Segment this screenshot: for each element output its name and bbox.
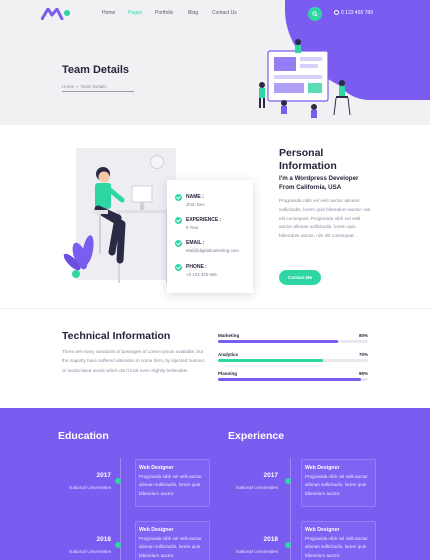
personal-subtitle-line: From California, USA bbox=[279, 183, 342, 191]
info-value: Jhon Deo bbox=[186, 202, 205, 207]
card-text: Progravida nibh vel velit auctor alinean… bbox=[139, 474, 202, 496]
personal-title-line: Personal bbox=[279, 147, 324, 159]
personal-subtitle: I'm a Wordpress Developer From Californi… bbox=[279, 175, 389, 192]
check-icon bbox=[175, 194, 182, 201]
skill-percent: 95% bbox=[358, 371, 368, 376]
card-text: Progravida nibh vel velit auctor alinean… bbox=[305, 536, 368, 558]
skill-name: Planning bbox=[218, 371, 237, 376]
timeline-org: National Universities bbox=[69, 485, 111, 490]
search-icon bbox=[312, 11, 318, 17]
skill-fill bbox=[218, 340, 338, 343]
timeline-org: National Universities bbox=[236, 549, 278, 554]
technical-title: Technical Information bbox=[62, 330, 171, 342]
skill-fill bbox=[218, 359, 323, 362]
breadcrumb-separator: » bbox=[76, 84, 79, 89]
education-heading: Education bbox=[58, 430, 109, 442]
personal-title: Personal Information bbox=[279, 147, 389, 173]
page-title: Team Details bbox=[62, 64, 130, 76]
header-phone[interactable]: 0 123 456 789 bbox=[334, 10, 373, 16]
info-label: NAME : bbox=[186, 194, 204, 200]
contact-me-button[interactable]: Contact Me bbox=[279, 270, 321, 285]
card-title: Web Designer bbox=[305, 527, 340, 533]
phone-icon bbox=[334, 10, 339, 15]
check-icon bbox=[175, 217, 182, 224]
card-title: Web Designer bbox=[305, 465, 340, 471]
breadcrumb-current: Team Details bbox=[80, 84, 107, 89]
phone-number: 0 123 456 789 bbox=[341, 10, 373, 16]
skill-fill bbox=[218, 378, 361, 381]
personal-info-card: NAME : Jhon Deo EXPERIENCE : 8 Year EMAI… bbox=[167, 180, 253, 293]
card-title: Web Designer bbox=[139, 527, 174, 533]
nav-home[interactable]: Home bbox=[102, 10, 115, 16]
timeline-card: Web Designer Progravida nibh vel velit a… bbox=[135, 521, 210, 560]
timeline-year: 2018 bbox=[263, 536, 278, 543]
breadcrumb: Home» Team Details bbox=[62, 84, 107, 89]
check-icon bbox=[175, 240, 182, 247]
developer-illustration bbox=[63, 167, 172, 283]
skill-percent: 80% bbox=[358, 333, 368, 338]
timeline-org: National Universities bbox=[236, 485, 278, 490]
timeline-year: 2017 bbox=[263, 472, 278, 479]
check-icon bbox=[175, 264, 182, 271]
timeline-year: 2018 bbox=[96, 536, 111, 543]
timeline-section: Education Experience 2017 National Unive… bbox=[0, 408, 430, 560]
info-value: 8 Year bbox=[186, 225, 199, 230]
nav-pages[interactable]: Pages bbox=[128, 10, 142, 16]
search-button[interactable] bbox=[308, 7, 322, 21]
timeline-dot bbox=[285, 478, 291, 484]
timeline-card: Web Designer Progravida nibh vel velit a… bbox=[301, 459, 376, 507]
breadcrumb-underline bbox=[62, 91, 134, 92]
info-label: EMAIL : bbox=[186, 240, 205, 246]
card-title: Web Designer bbox=[139, 465, 174, 471]
skill-name: Analytics bbox=[218, 352, 239, 357]
skill-name: Marketing bbox=[218, 333, 240, 338]
timeline-card: Web Designer Progravida nibh vel velit a… bbox=[301, 521, 376, 560]
timeline-year: 2017 bbox=[96, 472, 111, 479]
info-value[interactable]: +0 123 345 666 bbox=[186, 272, 217, 277]
personal-title-line: Information bbox=[279, 160, 337, 172]
nav-portfolio[interactable]: Portfolio bbox=[155, 10, 173, 16]
card-text: Progravida nibh vel velit auctor alinean… bbox=[305, 474, 368, 496]
technical-description: There are many variations of passages of… bbox=[62, 349, 206, 373]
skill-percent: 70% bbox=[358, 352, 368, 357]
info-value[interactable]: Mail@digitalmarketing.com bbox=[186, 248, 239, 253]
info-label: EXPERIENCE : bbox=[186, 217, 222, 223]
nav-contact[interactable]: Contact Us bbox=[212, 10, 237, 16]
timeline-dot bbox=[115, 542, 121, 548]
timeline-dot bbox=[285, 542, 291, 548]
skill-track bbox=[218, 378, 368, 381]
team-illustration bbox=[259, 39, 351, 118]
personal-description: Progravida nibh vel velit auctor alinean… bbox=[279, 198, 371, 239]
breadcrumb-home[interactable]: Home bbox=[62, 84, 74, 89]
skill-track bbox=[218, 359, 368, 362]
section-divider bbox=[0, 308, 430, 309]
skill-track bbox=[218, 340, 368, 343]
logo-icon[interactable] bbox=[41, 8, 71, 20]
timeline-card: Web Designer Progravida nibh vel velit a… bbox=[135, 459, 210, 507]
experience-heading: Experience bbox=[228, 430, 285, 442]
info-label: PHONE : bbox=[186, 264, 207, 270]
nav-blog[interactable]: Blog bbox=[188, 10, 198, 16]
timeline-org: National Universities bbox=[69, 549, 111, 554]
personal-subtitle-line: I'm a Wordpress Developer bbox=[279, 175, 359, 182]
page: Home Pages Portfolio Blog Contact Us 0 1… bbox=[0, 0, 430, 560]
timeline-dot bbox=[115, 478, 121, 484]
hero-banner: Home Pages Portfolio Blog Contact Us 0 1… bbox=[0, 0, 430, 125]
card-text: Progravida nibh vel velit auctor alinean… bbox=[139, 536, 202, 558]
